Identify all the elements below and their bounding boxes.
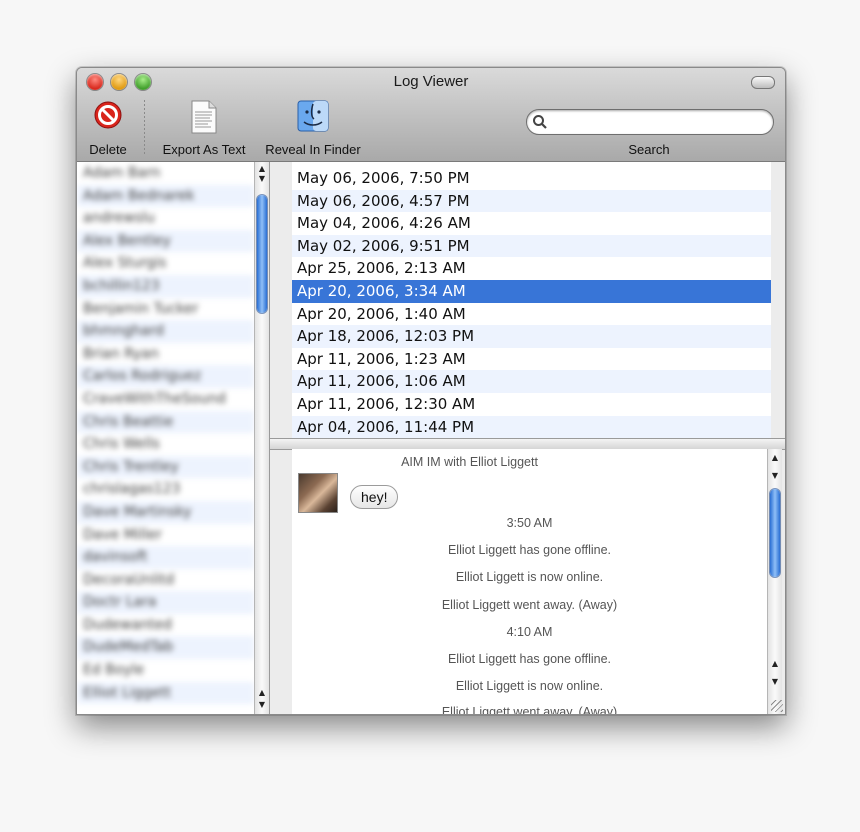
- scroll-up-arrow-icon[interactable]: ▲: [257, 164, 267, 174]
- search-input[interactable]: [551, 113, 765, 131]
- contact-list-item[interactable]: Brian Ryan: [77, 343, 254, 366]
- log-date-row[interactable]: Apr 20, 2006, 3:34 AM: [292, 279, 771, 303]
- log-viewer-window: Log Viewer Delete Export As Text Reveal …: [76, 67, 786, 715]
- search-field[interactable]: [526, 109, 774, 135]
- scroll-down-arrow-icon[interactable]: ▼: [770, 471, 780, 481]
- search-icon: [533, 115, 547, 129]
- scroll-down-arrow-icon[interactable]: ▼: [770, 677, 780, 687]
- status-event: Elliot Liggett is now online.: [455, 570, 604, 584]
- log-date-row[interactable]: May 06, 2006, 7:50 PM: [292, 167, 771, 190]
- reveal-in-finder-label: Reveal In Finder: [265, 142, 361, 157]
- log-date-row[interactable]: Apr 18, 2006, 12:03 PM: [292, 325, 771, 348]
- delete-icon: [94, 101, 122, 129]
- transcript-header: AIM IM with Elliot Liggett: [401, 455, 538, 469]
- log-date-row[interactable]: Apr 25, 2006, 2:13 AM: [292, 257, 771, 280]
- status-event: Elliot Liggett has gone offline.: [447, 543, 612, 557]
- transcript-pane: AIM IM with Elliot Liggett hey! 3:50 AM …: [292, 449, 767, 714]
- contacts-scroll-thumb[interactable]: [257, 195, 267, 313]
- dates-list: May 06, 2006, 7:50 PM May 06, 2006, 4:57 …: [292, 167, 771, 438]
- contact-list-item[interactable]: chrislagas123: [77, 478, 254, 501]
- window-title: Log Viewer: [393, 73, 469, 90]
- contacts-pane: Adam Barn Adam Bednarek andrewslu Alex Bent…: [77, 162, 270, 714]
- timestamp: 4:10 AM: [506, 625, 553, 639]
- contact-list-item[interactable]: davinsoft: [77, 546, 254, 569]
- status-event: Elliot Liggett went away. (Away): [441, 598, 618, 612]
- finder-icon: [297, 100, 329, 132]
- log-date-row[interactable]: May 02, 2006, 9:51 PM: [292, 234, 771, 258]
- transcript-scrollbar[interactable]: ▲ ▼ ▲ ▼: [767, 449, 782, 714]
- search-label: Search: [628, 142, 670, 157]
- log-date-row[interactable]: Apr 11, 2006, 12:30 AM: [292, 393, 771, 416]
- log-date-row[interactable]: Apr 11, 2006, 1:06 AM: [292, 370, 771, 393]
- export-as-text-label: Export As Text: [162, 142, 246, 157]
- log-date-row[interactable]: Apr 20, 2006, 1:40 AM: [292, 303, 771, 326]
- contact-list-item[interactable]: Benjamin Tucker: [77, 298, 254, 321]
- contact-list-item[interactable]: Elliot Liggett: [77, 681, 254, 705]
- contacts-scrollbar[interactable]: ▲ ▼ ▲ ▼: [254, 162, 269, 714]
- avatar: [298, 473, 338, 513]
- contact-list-item[interactable]: Chris Wells: [77, 433, 254, 456]
- contact-list-item[interactable]: Dave Martinsky: [77, 500, 254, 524]
- message-bubble: hey!: [350, 485, 399, 509]
- contact-list-item[interactable]: Doctr Lara: [77, 591, 254, 614]
- contact-list-item[interactable]: Adam Barn: [77, 162, 254, 185]
- status-event: Elliot Liggett went away. (Away): [441, 705, 618, 714]
- log-date-row[interactable]: May 04, 2006, 4:26 AM: [292, 212, 771, 235]
- toolbar-separator: [144, 100, 145, 156]
- titlebar: Log Viewer Delete Export As Text Reveal …: [77, 68, 785, 162]
- contact-list-item[interactable]: bhmnghard: [77, 320, 254, 343]
- resize-grip-icon[interactable]: [771, 700, 783, 712]
- scroll-up-arrow-icon[interactable]: ▲: [770, 659, 780, 669]
- contact-list-item[interactable]: DudeMedTab: [77, 636, 254, 660]
- contact-list-item[interactable]: Chris Beattie: [77, 410, 254, 434]
- contact-list-item[interactable]: andrewslu: [77, 207, 254, 230]
- scroll-down-arrow-icon[interactable]: ▼: [257, 700, 267, 710]
- contact-list-item[interactable]: Dave Miller: [77, 524, 254, 547]
- scroll-up-arrow-icon[interactable]: ▲: [770, 453, 780, 463]
- transcript-scroll-thumb[interactable]: [770, 489, 780, 577]
- contact-list-item[interactable]: Alex Bentley: [77, 229, 254, 253]
- dates-pane: May 06, 2006, 7:50 PM May 06, 2006, 4:57 …: [292, 162, 771, 438]
- scroll-up-arrow-icon[interactable]: ▲: [257, 688, 267, 698]
- status-event: Elliot Liggett has gone offline.: [447, 652, 612, 666]
- text-document-icon: [191, 100, 217, 134]
- contact-list-item[interactable]: Ed Boyle: [77, 659, 254, 682]
- contact-list-item[interactable]: CraveWithTheSound: [77, 388, 254, 411]
- log-date-row[interactable]: Apr 11, 2006, 1:23 AM: [292, 348, 771, 371]
- contact-list-item[interactable]: bchillin123: [77, 274, 254, 298]
- delete-label: Delete: [89, 142, 127, 157]
- toolbar-toggle-button[interactable]: [751, 76, 775, 89]
- log-date-row[interactable]: Apr 04, 2006, 11:44 PM: [292, 415, 771, 438]
- contact-list-item[interactable]: DecoraUnlitd: [77, 569, 254, 592]
- contacts-list: Adam Barn Adam Bednarek andrewslu Alex Bent…: [77, 162, 254, 705]
- contact-list-item[interactable]: Dudewanted: [77, 614, 254, 637]
- contact-list-item[interactable]: Adam Bednarek: [77, 184, 254, 208]
- status-event: Elliot Liggett is now online.: [455, 679, 604, 693]
- log-date-row[interactable]: May 06, 2006, 4:57 PM: [292, 189, 771, 213]
- timestamp: 3:50 AM: [506, 516, 553, 530]
- scroll-down-arrow-icon[interactable]: ▼: [257, 174, 267, 184]
- contact-list-item[interactable]: Carlos Rodriguez: [77, 365, 254, 388]
- contact-list-item[interactable]: Alex Sturgis: [77, 252, 254, 275]
- contact-list-item[interactable]: Chris Trentley: [77, 455, 254, 479]
